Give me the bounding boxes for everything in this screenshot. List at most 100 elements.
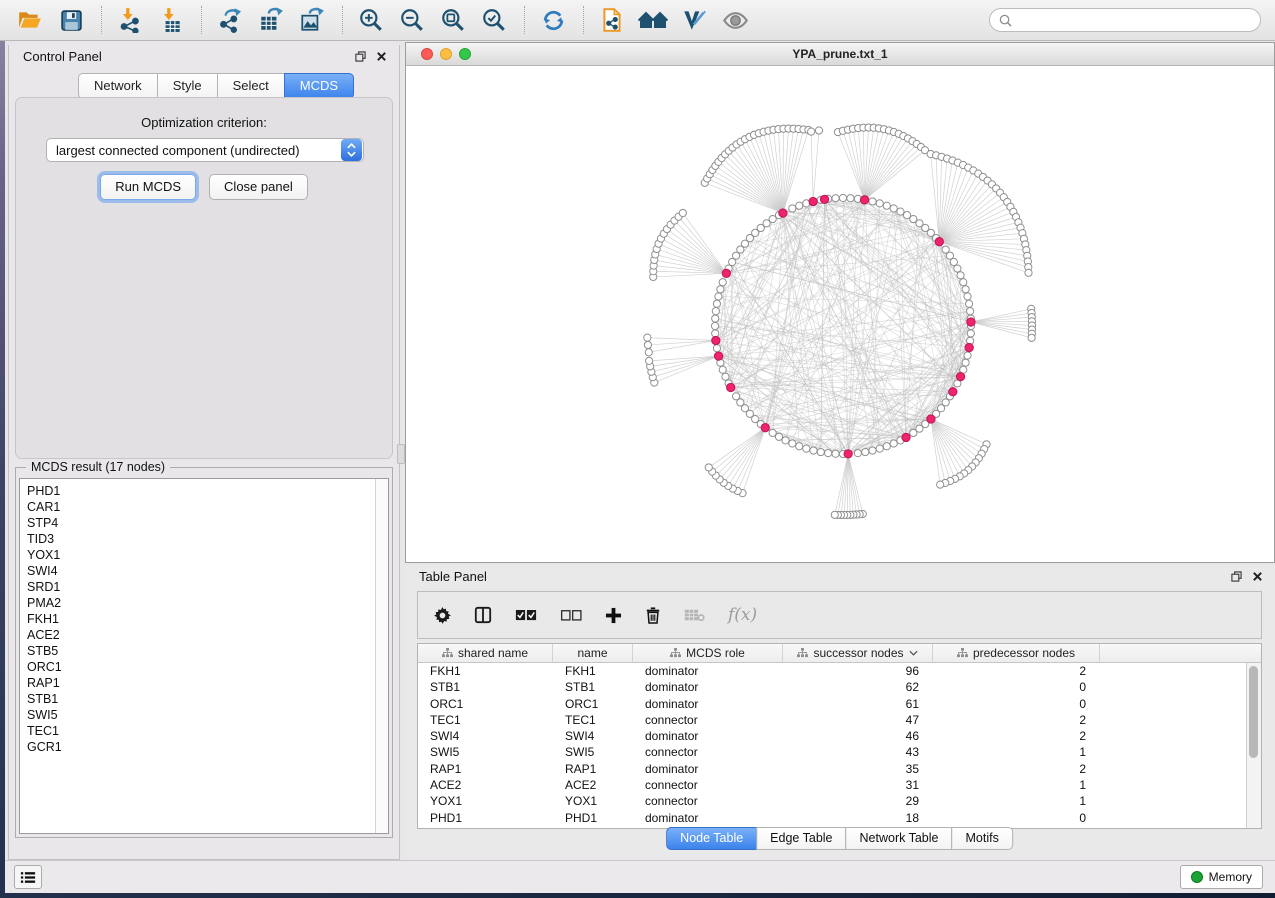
run-mcds-button[interactable]: Run MCDS: [100, 174, 196, 200]
mcds-result-item[interactable]: RAP1: [27, 675, 388, 691]
network-hub-node[interactable]: [956, 373, 964, 381]
network-hub-node[interactable]: [779, 209, 787, 217]
network-leaf-node[interactable]: [937, 481, 944, 488]
cell-mcds-role[interactable]: connector: [633, 793, 783, 809]
table-row[interactable]: STB1STB1dominator620: [418, 679, 1261, 695]
export-image-button[interactable]: [296, 4, 328, 36]
cell-name[interactable]: ACE2: [553, 777, 633, 793]
network-leaf-node[interactable]: [815, 127, 822, 134]
cell-shared-name[interactable]: RAP1: [418, 761, 553, 777]
network-canvas[interactable]: [406, 66, 1274, 562]
cell-predecessor-nodes[interactable]: 1: [933, 777, 1100, 793]
mcds-result-item[interactable]: SWI5: [27, 707, 388, 723]
column-header-name[interactable]: name: [553, 644, 633, 662]
network-node[interactable]: [965, 300, 972, 307]
tab-motifs[interactable]: Motifs: [951, 827, 1012, 850]
cell-shared-name[interactable]: YOX1: [418, 793, 553, 809]
table-settings-button[interactable]: [434, 607, 451, 624]
cell-name[interactable]: FKH1: [553, 663, 633, 679]
cell-name[interactable]: STB1: [553, 679, 633, 695]
network-node[interactable]: [712, 308, 719, 315]
network-node[interactable]: [883, 443, 890, 450]
mcds-result-item[interactable]: YOX1: [27, 547, 388, 563]
mcds-result-item[interactable]: PHD1: [27, 483, 388, 499]
network-node[interactable]: [769, 429, 776, 436]
cell-shared-name[interactable]: SWI5: [418, 744, 553, 760]
network-node[interactable]: [847, 195, 854, 202]
network-node[interactable]: [715, 293, 722, 300]
table-scrollbar-thumb[interactable]: [1249, 666, 1258, 758]
cell-name[interactable]: TEC1: [553, 712, 633, 728]
cell-name[interactable]: ORC1: [553, 696, 633, 712]
export-table-button[interactable]: [255, 4, 287, 36]
cell-successor-nodes[interactable]: 35: [783, 761, 933, 777]
network-node[interactable]: [883, 202, 890, 209]
cell-shared-name[interactable]: FKH1: [418, 663, 553, 679]
network-node[interactable]: [890, 205, 897, 212]
mcds-result-item[interactable]: CAR1: [27, 499, 388, 515]
network-hub-node[interactable]: [965, 343, 973, 351]
network-leaf-node[interactable]: [808, 128, 815, 135]
column-layout-button[interactable]: [474, 606, 492, 624]
tab-network[interactable]: Network: [78, 73, 158, 99]
cell-mcds-role[interactable]: dominator: [633, 696, 783, 712]
cell-mcds-role[interactable]: dominator: [633, 679, 783, 695]
close-table-panel-button[interactable]: [1252, 571, 1263, 582]
cell-predecessor-nodes[interactable]: 2: [933, 728, 1100, 744]
network-node[interactable]: [782, 437, 789, 444]
zoom-fit-button[interactable]: [437, 4, 469, 36]
network-node[interactable]: [897, 208, 904, 215]
cell-successor-nodes[interactable]: 47: [783, 712, 933, 728]
network-leaf-node[interactable]: [1028, 334, 1035, 341]
cell-successor-nodes[interactable]: 29: [783, 793, 933, 809]
table-row[interactable]: TEC1TEC1connector472: [418, 712, 1261, 728]
tab-select[interactable]: Select: [217, 73, 285, 99]
network-node[interactable]: [796, 443, 803, 450]
network-hub-node[interactable]: [809, 197, 817, 205]
cell-predecessor-nodes[interactable]: 1: [933, 793, 1100, 809]
mcds-result-item[interactable]: GCR1: [27, 739, 388, 755]
cell-name[interactable]: PHD1: [553, 810, 633, 826]
network-leaf-node[interactable]: [644, 341, 651, 348]
network-node[interactable]: [712, 315, 719, 322]
save-session-button[interactable]: [55, 4, 87, 36]
network-hub-node[interactable]: [949, 388, 957, 396]
network-node[interactable]: [717, 286, 724, 293]
table-row[interactable]: YOX1YOX1connector291: [418, 793, 1261, 809]
cell-mcds-role[interactable]: dominator: [633, 810, 783, 826]
network-hub-node[interactable]: [935, 238, 943, 246]
network-node[interactable]: [854, 450, 861, 457]
split-pane-grip[interactable]: [397, 444, 405, 464]
mcds-result-item[interactable]: SRD1: [27, 579, 388, 595]
network-node[interactable]: [962, 359, 969, 366]
optimization-criterion-select[interactable]: largest connected component (undirected): [46, 138, 364, 162]
cell-successor-nodes[interactable]: 18: [783, 810, 933, 826]
float-table-panel-button[interactable]: [1231, 571, 1242, 582]
network-node[interactable]: [954, 265, 961, 272]
zoom-in-button[interactable]: [355, 4, 387, 36]
network-node[interactable]: [910, 429, 917, 436]
network-hub-node[interactable]: [712, 336, 720, 344]
network-hub-node[interactable]: [761, 424, 769, 432]
home-layouts-button[interactable]: [637, 4, 669, 36]
mcds-result-item[interactable]: TID3: [27, 531, 388, 547]
table-row[interactable]: ACE2ACE2connector311: [418, 777, 1261, 793]
task-history-button[interactable]: [14, 865, 42, 889]
cell-successor-nodes[interactable]: 31: [783, 777, 933, 793]
table-row[interactable]: PHD1PHD1dominator180: [418, 810, 1261, 826]
cell-predecessor-nodes[interactable]: 0: [933, 696, 1100, 712]
cell-name[interactable]: SWI4: [553, 728, 633, 744]
network-hub-node[interactable]: [722, 269, 730, 277]
network-hub-node[interactable]: [927, 415, 935, 423]
cell-successor-nodes[interactable]: 46: [783, 728, 933, 744]
table-row[interactable]: SWI4SWI4dominator462: [418, 728, 1261, 744]
cell-shared-name[interactable]: TEC1: [418, 712, 553, 728]
network-node[interactable]: [967, 308, 974, 315]
cell-successor-nodes[interactable]: 62: [783, 679, 933, 695]
cell-mcds-role[interactable]: dominator: [633, 728, 783, 744]
network-node[interactable]: [876, 200, 883, 207]
share-document-button[interactable]: [596, 4, 628, 36]
cell-mcds-role[interactable]: dominator: [633, 663, 783, 679]
network-node[interactable]: [957, 272, 964, 279]
cell-shared-name[interactable]: ORC1: [418, 696, 553, 712]
